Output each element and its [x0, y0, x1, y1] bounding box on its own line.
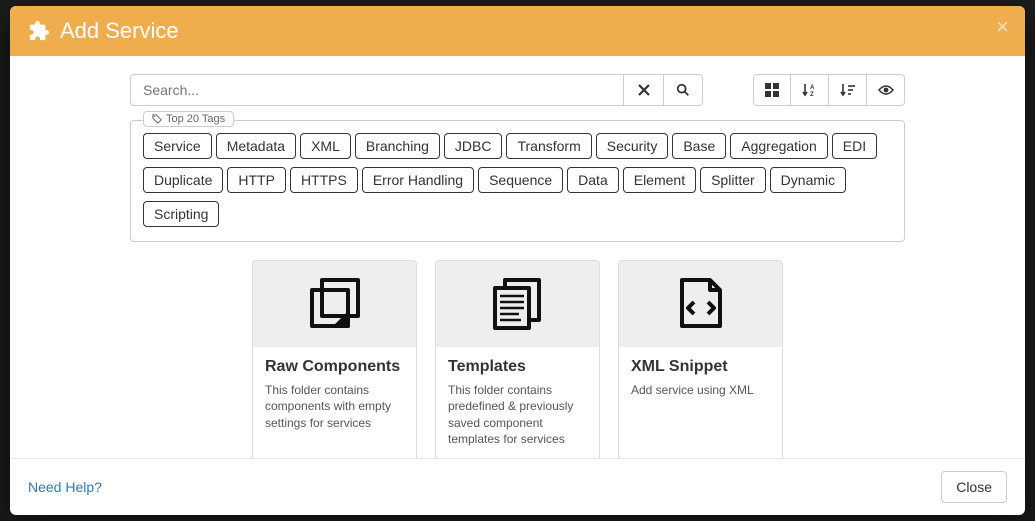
tag-service[interactable]: Service — [143, 133, 212, 159]
card-body: Raw Components This folder contains compo… — [253, 347, 416, 445]
sort-az-button[interactable]: AZ — [791, 74, 829, 106]
view-toggle-group: AZ — [753, 74, 905, 106]
times-icon — [638, 84, 650, 96]
search-toolbar: AZ — [130, 74, 905, 106]
puzzle-icon — [28, 20, 50, 42]
tag-metadata[interactable]: Metadata — [216, 133, 296, 159]
cards-row: Raw Components This folder contains compo… — [30, 260, 1005, 458]
tag-jdbc[interactable]: JDBC — [444, 133, 503, 159]
card-body: XML Snippet Add service using XML — [619, 347, 782, 412]
tag-base[interactable]: Base — [672, 133, 726, 159]
svg-text:Z: Z — [810, 92, 814, 97]
tag-error-handling[interactable]: Error Handling — [362, 167, 474, 193]
close-button[interactable]: Close — [941, 471, 1007, 503]
search-group — [130, 74, 703, 106]
add-service-modal: Add Service × — [10, 6, 1025, 515]
card-desc: This folder contains components with emp… — [265, 382, 404, 431]
card-templates[interactable]: Templates This folder contains predefined… — [435, 260, 600, 458]
modal-footer: Need Help? Close — [10, 458, 1025, 515]
modal-title: Add Service — [60, 18, 179, 44]
card-title: Raw Components — [265, 357, 404, 376]
tag-security[interactable]: Security — [596, 133, 669, 159]
tag-data[interactable]: Data — [567, 167, 619, 193]
svg-text:A: A — [810, 85, 815, 91]
card-raw-components[interactable]: Raw Components This folder contains compo… — [252, 260, 417, 458]
tag-dynamic[interactable]: Dynamic — [770, 167, 846, 193]
card-title: Templates — [448, 357, 587, 376]
clear-search-button[interactable] — [623, 74, 663, 106]
grid-view-button[interactable] — [753, 74, 791, 106]
tag-element[interactable]: Element — [623, 167, 696, 193]
card-icon — [436, 261, 599, 347]
search-button[interactable] — [663, 74, 703, 106]
card-icon — [253, 261, 416, 347]
tags-legend-label: Top 20 Tags — [166, 113, 225, 125]
tag-edi[interactable]: EDI — [832, 133, 877, 159]
card-body: Templates This folder contains predefined… — [436, 347, 599, 458]
card-desc: Add service using XML — [631, 382, 770, 398]
tag-https[interactable]: HTTPS — [290, 167, 358, 193]
tag-scripting[interactable]: Scripting — [143, 201, 219, 227]
card-desc: This folder contains predefined & previo… — [448, 382, 587, 447]
tags-icon — [152, 114, 162, 124]
tag-duplicate[interactable]: Duplicate — [143, 167, 223, 193]
modal-header: Add Service × — [10, 6, 1025, 56]
preview-toggle-button[interactable] — [867, 74, 905, 106]
sort-amount-icon — [840, 83, 856, 97]
eye-icon — [878, 84, 894, 96]
search-input[interactable] — [130, 74, 623, 106]
card-icon — [619, 261, 782, 347]
tag-branching[interactable]: Branching — [355, 133, 440, 159]
tag-splitter[interactable]: Splitter — [700, 167, 766, 193]
modal-body: AZ Top 20 Ta — [10, 56, 1025, 458]
top-tags-fieldset: Top 20 Tags ServiceMetadataXMLBranchingJ… — [130, 120, 905, 242]
sort-az-icon: AZ — [802, 83, 818, 97]
tag-transform[interactable]: Transform — [506, 133, 591, 159]
close-icon[interactable]: × — [996, 16, 1009, 38]
card-xml-snippet[interactable]: XML Snippet Add service using XML — [618, 260, 783, 458]
tags-container: ServiceMetadataXMLBranchingJDBCTransform… — [141, 129, 894, 231]
grid-icon — [765, 83, 779, 97]
need-help-link[interactable]: Need Help? — [28, 479, 102, 495]
card-title: XML Snippet — [631, 357, 770, 376]
tag-sequence[interactable]: Sequence — [478, 167, 563, 193]
tag-http[interactable]: HTTP — [227, 167, 286, 193]
tag-xml[interactable]: XML — [300, 133, 351, 159]
sort-size-button[interactable] — [829, 74, 867, 106]
search-icon — [676, 83, 690, 97]
tags-legend: Top 20 Tags — [143, 111, 234, 127]
tag-aggregation[interactable]: Aggregation — [730, 133, 828, 159]
